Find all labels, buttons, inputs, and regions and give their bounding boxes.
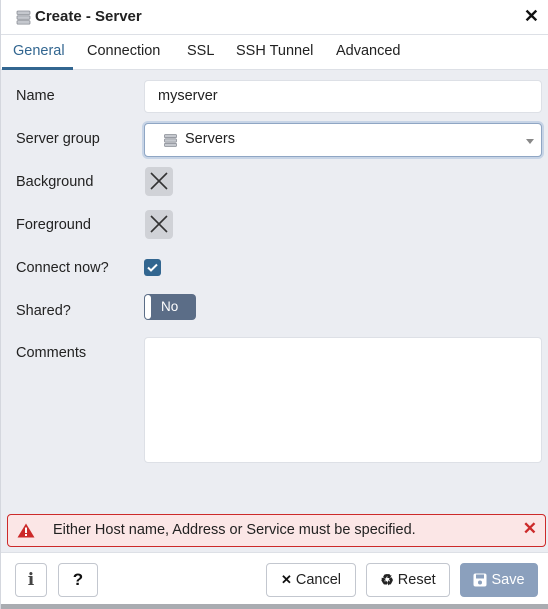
tab-connection[interactable]: Connection (87, 43, 160, 59)
tab-ssh-tunnel[interactable]: SSH Tunnel (236, 43, 313, 59)
server-group-icon (164, 134, 177, 147)
create-server-dialog: Create - Server ✕ General Connection SSL… (0, 0, 548, 609)
save-label: Save (491, 572, 525, 588)
error-alert: Either Host name, Address or Service mus… (7, 514, 546, 547)
shared-toggle[interactable]: No (144, 294, 196, 320)
info-icon: i (27, 570, 35, 590)
background-label: Background (16, 174, 94, 190)
close-alert-button[interactable]: ✕ (523, 519, 537, 539)
x-icon (150, 172, 168, 190)
name-input[interactable]: myserver (144, 80, 542, 113)
tab-bar: General Connection SSL SSH Tunnel Advanc… (1, 35, 548, 70)
checkmark-icon (147, 263, 158, 272)
chevron-down-icon (526, 139, 534, 144)
warning-triangle-icon (17, 523, 35, 538)
foreground-label: Foreground (16, 217, 91, 233)
tab-advanced[interactable]: Advanced (336, 43, 401, 59)
background-color-picker[interactable] (145, 167, 173, 196)
comments-label: Comments (16, 345, 87, 361)
help-icon: ? (72, 570, 84, 589)
server-group-select[interactable]: Servers (144, 123, 542, 157)
name-label: Name (16, 88, 55, 104)
close-icon: ✕ (280, 572, 292, 587)
cancel-label: Cancel (295, 572, 342, 588)
x-icon (150, 215, 168, 233)
shared-label: Shared? (16, 303, 71, 319)
shared-toggle-value: No (161, 299, 179, 314)
comments-textarea[interactable] (144, 337, 542, 463)
reset-label: Reset (397, 572, 436, 588)
connect-now-checkbox[interactable] (144, 259, 161, 276)
close-dialog-button[interactable]: ✕ (524, 6, 539, 27)
save-button[interactable]: Save (460, 563, 538, 597)
info-button[interactable]: i (15, 563, 47, 597)
dialog-footer: i ? ✕ Cancel ♻ Reset Save (1, 552, 548, 609)
server-group-value: Servers (185, 131, 235, 147)
help-button[interactable]: ? (58, 563, 98, 597)
background-window-strip (1, 604, 548, 609)
alert-message: Either Host name, Address or Service mus… (53, 522, 416, 538)
reset-button[interactable]: ♻ Reset (366, 563, 450, 597)
recycle-icon: ♻ (380, 572, 394, 589)
tab-general[interactable]: General (13, 43, 65, 59)
server-group-label: Server group (16, 131, 100, 147)
connect-now-label: Connect now? (16, 260, 109, 276)
toggle-knob (145, 295, 151, 319)
save-icon (473, 573, 487, 587)
server-icon (16, 10, 31, 25)
dialog-title: Create - Server (35, 8, 142, 25)
foreground-color-picker[interactable] (145, 210, 173, 239)
tab-ssl[interactable]: SSL (187, 43, 214, 59)
dialog-titlebar: Create - Server ✕ (1, 0, 548, 35)
active-tab-indicator (2, 67, 73, 70)
cancel-button[interactable]: ✕ Cancel (266, 563, 356, 597)
